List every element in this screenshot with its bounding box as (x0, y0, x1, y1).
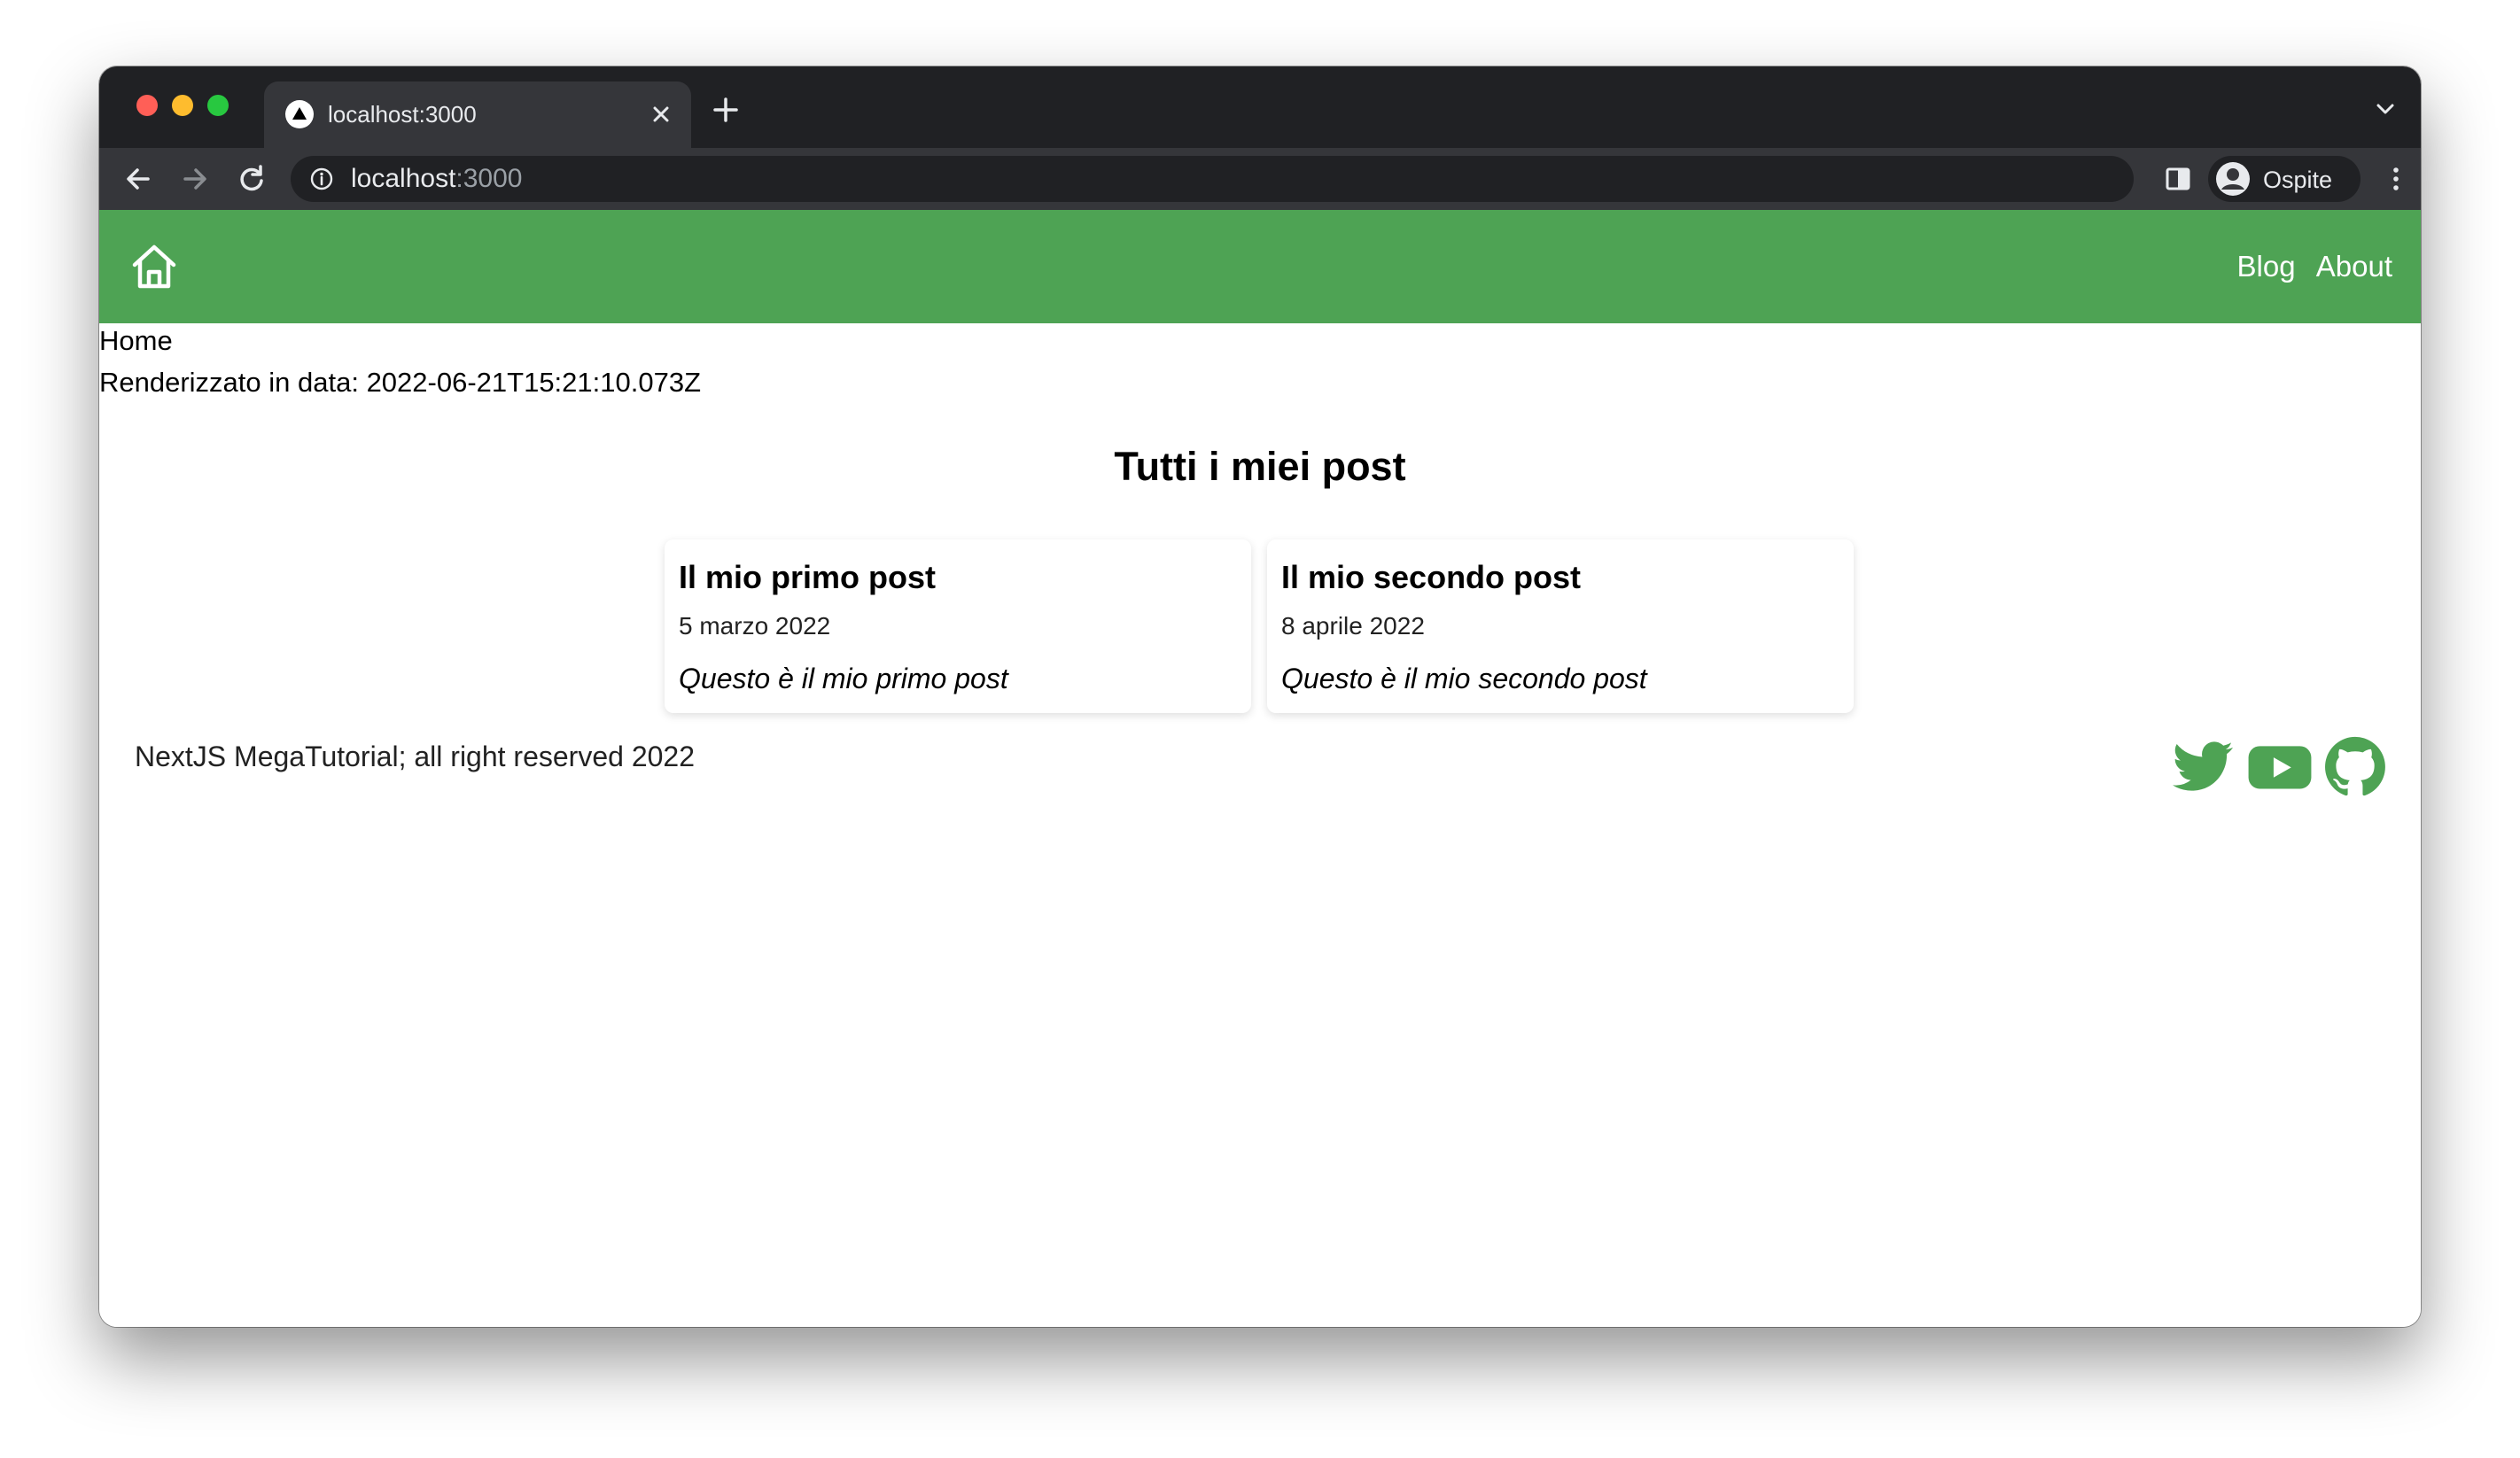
home-icon[interactable] (129, 242, 179, 291)
site-navbar: Blog About (99, 210, 2421, 323)
twitter-icon[interactable] (2173, 736, 2233, 796)
url-host: localhost (351, 164, 456, 193)
profile-button[interactable]: Ospite (2208, 156, 2361, 202)
page-title: Tutti i miei post (1114, 444, 1406, 489)
render-timestamp: Renderizzato in data: 2022-06-21T15:21:1… (99, 367, 702, 398)
new-tab-plus-icon[interactable] (711, 95, 741, 125)
footer-copyright: NextJS MegaTutorial; all right reserved … (135, 741, 695, 772)
active-tab[interactable]: localhost:3000 (264, 81, 691, 148)
page-viewport: Blog About Home Renderizzato in data: 20… (99, 210, 2421, 1327)
post-title[interactable]: Il mio secondo post (1281, 559, 1581, 596)
post-title[interactable]: Il mio primo post (679, 559, 936, 596)
triangle-favicon-icon (285, 100, 314, 128)
post-date: 8 aprile 2022 (1281, 612, 1425, 640)
reload-icon[interactable] (236, 163, 268, 195)
url-text[interactable]: localhost:3000 (351, 165, 522, 193)
browser-toolbar: localhost:3000 Ospite (99, 148, 2421, 210)
url-port: :3000 (455, 164, 523, 193)
nav-link-about[interactable]: About (2316, 250, 2392, 283)
site-info-icon[interactable] (310, 167, 333, 190)
github-icon[interactable] (2325, 736, 2385, 796)
route-label: Home (99, 325, 173, 356)
guest-avatar-icon (2216, 162, 2250, 196)
tab-title: localhost:3000 (328, 101, 477, 128)
profile-name: Ospite (2263, 167, 2333, 193)
close-window-button[interactable] (136, 95, 158, 116)
minimize-window-button[interactable] (172, 95, 193, 116)
nav-links: Blog About (2225, 249, 2392, 284)
tab-strip: localhost:3000 (99, 66, 2421, 148)
post-card[interactable]: Il mio secondo post 8 aprile 2022 Questo… (1267, 539, 1854, 713)
maximize-window-button[interactable] (207, 95, 229, 116)
post-date: 5 marzo 2022 (679, 612, 831, 640)
address-bar[interactable]: localhost:3000 (291, 156, 2134, 202)
post-excerpt: Questo è il mio primo post (679, 663, 1008, 694)
browser-window: localhost:3000 localhost:3000 Ospite Blo… (99, 66, 2421, 1327)
forward-arrow-icon[interactable] (179, 163, 211, 195)
post-card[interactable]: Il mio primo post 5 marzo 2022 Questo è … (665, 539, 1251, 713)
tab-search-chevron-down-icon[interactable] (2375, 102, 2396, 116)
youtube-icon[interactable] (2247, 736, 2313, 796)
back-arrow-icon[interactable] (122, 163, 154, 195)
nav-link-blog[interactable]: Blog (2237, 250, 2296, 283)
more-menu-icon[interactable] (2380, 163, 2412, 195)
close-tab-icon[interactable] (647, 100, 675, 128)
post-excerpt: Questo è il mio secondo post (1281, 663, 1647, 694)
side-panel-icon[interactable] (2162, 163, 2194, 195)
